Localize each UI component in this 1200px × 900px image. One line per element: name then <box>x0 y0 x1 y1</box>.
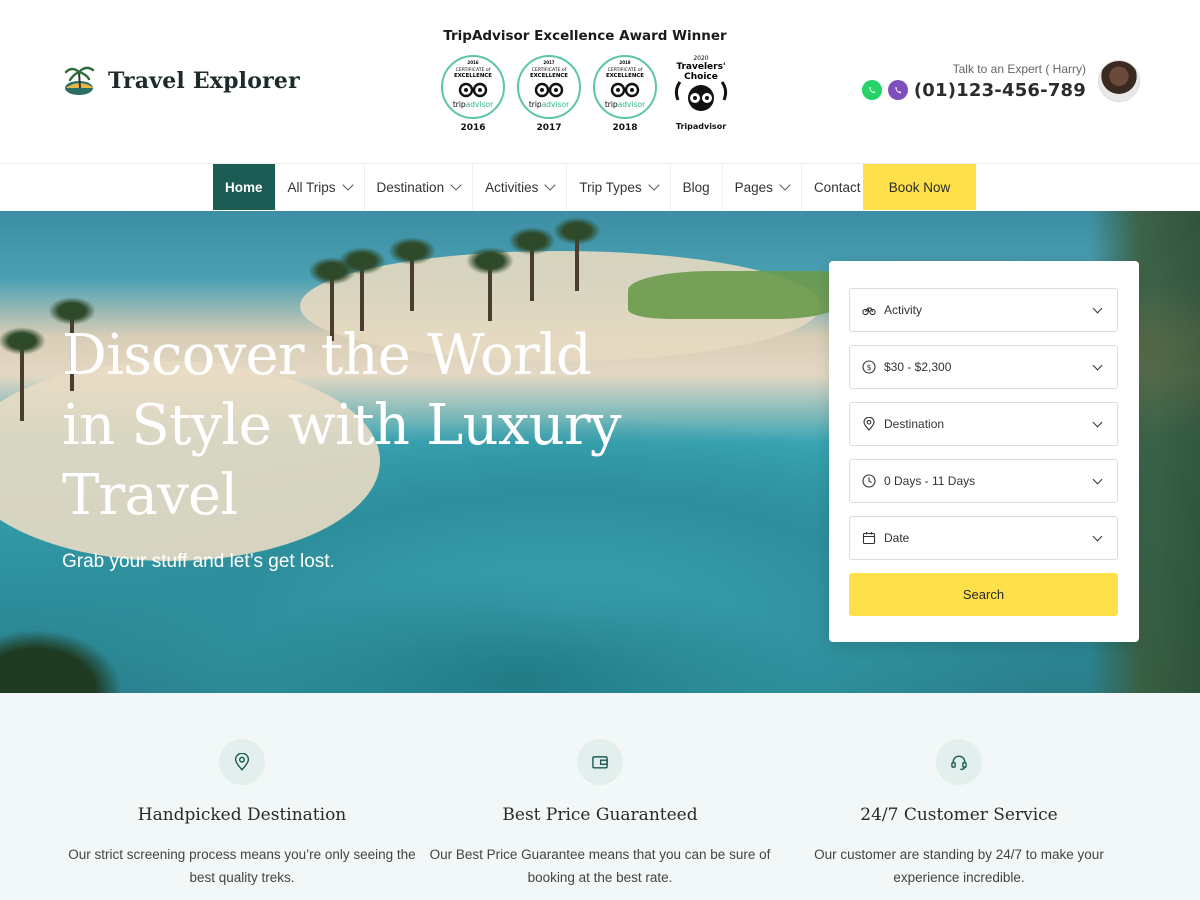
calendar-icon <box>862 532 876 545</box>
expert-avatar <box>1098 60 1140 102</box>
trip-search-form: Activity $ $30 - $2,300 Destination 0 Da… <box>829 261 1139 642</box>
trees <box>0 631 120 693</box>
svg-text:Tripadvisor: Tripadvisor <box>676 122 726 131</box>
palm-tree <box>388 237 436 311</box>
brand-name: Travel Explorer <box>108 68 300 94</box>
chevron-down-icon <box>341 179 354 191</box>
feature-best-price: Best Price Guaranteed Our Best Price Gua… <box>420 693 780 889</box>
hero-section: Discover the World in Style with Luxury … <box>0 211 1200 693</box>
headset-icon <box>951 755 967 771</box>
svg-text:Travelers': Travelers' <box>676 62 725 72</box>
location-pin-icon <box>234 753 250 771</box>
feature-handpicked-destination: Handpicked Destination Our strict screen… <box>62 693 422 889</box>
feature-title: 24/7 Customer Service <box>860 805 1058 825</box>
chevron-down-icon <box>647 179 660 191</box>
chevron-down-icon <box>1092 531 1103 542</box>
brand-logo[interactable]: Travel Explorer <box>62 64 300 98</box>
tripadvisor-2016-badge: 2016 CERTIFICATE of EXCELLENCE tripadvis… <box>441 55 505 133</box>
expert-contact: Talk to an Expert ( Harry) (01)123-456-7… <box>861 60 1140 102</box>
chevron-down-icon <box>1092 474 1103 485</box>
date-select[interactable]: Date <box>849 516 1118 560</box>
nav-list: Home All Trips Destination Activities Tr… <box>213 164 872 210</box>
book-now-button[interactable]: Book Now <box>863 164 976 210</box>
search-button[interactable]: Search <box>849 573 1118 616</box>
palm-tree <box>508 227 556 301</box>
hero-title: Discover the World in Style with Luxury … <box>62 323 621 528</box>
award-badges: 2016 CERTIFICATE of EXCELLENCE tripadvis… <box>440 54 740 134</box>
nav-item-destination[interactable]: Destination <box>365 164 474 210</box>
lawn <box>628 271 838 319</box>
nav-item-activities[interactable]: Activities <box>473 164 568 210</box>
location-pin-icon <box>863 417 875 431</box>
whatsapp-icon[interactable] <box>861 80 882 100</box>
expert-label: Talk to an Expert ( Harry) <box>952 61 1086 76</box>
chevron-down-icon <box>1092 417 1103 428</box>
site-header: Travel Explorer TripAdvisor Excellence A… <box>0 0 1200 163</box>
svg-text:EXCELLENCE: EXCELLENCE <box>606 73 644 79</box>
price-range-select[interactable]: $ $30 - $2,300 <box>849 345 1118 389</box>
svg-text:tripadvisor: tripadvisor <box>529 100 570 109</box>
chevron-down-icon <box>1092 360 1103 371</box>
tripadvisor-2017-badge: 2017 CERTIFICATE of EXCELLENCE tripadvis… <box>517 55 581 133</box>
hero-subtitle: Grab your stuff and let’s get lost. <box>62 551 335 572</box>
nav-item-trip-types[interactable]: Trip Types <box>567 164 671 210</box>
feature-description: Our customer are standing by 24/7 to mak… <box>814 847 1104 885</box>
chevron-down-icon <box>544 179 557 191</box>
chevron-down-icon <box>1092 303 1103 314</box>
clock-icon <box>862 474 876 488</box>
svg-text:2016: 2016 <box>467 60 478 65</box>
feature-description: Our Best Price Guarantee means that you … <box>429 847 771 885</box>
nav-item-home[interactable]: Home <box>213 164 276 210</box>
palm-tree <box>466 247 514 321</box>
nav-item-all-trips[interactable]: All Trips <box>276 164 365 210</box>
duration-select[interactable]: 0 Days - 11 Days <box>849 459 1118 503</box>
svg-text:$: $ <box>866 363 871 372</box>
viber-icon[interactable] <box>887 80 908 100</box>
svg-text:2018: 2018 <box>619 60 630 65</box>
activity-select[interactable]: Activity <box>849 288 1118 332</box>
award-section: TripAdvisor Excellence Award Winner 2016… <box>430 28 740 134</box>
nav-item-contact[interactable]: Contact <box>802 164 873 210</box>
chevron-down-icon <box>779 179 791 191</box>
dollar-icon: $ <box>862 360 876 374</box>
svg-text:tripadvisor: tripadvisor <box>453 100 494 109</box>
main-nav: Home All Trips Destination Activities Tr… <box>0 163 1200 211</box>
award-title: TripAdvisor Excellence Award Winner <box>443 28 727 44</box>
svg-text:2017: 2017 <box>543 60 554 65</box>
svg-text:2020: 2020 <box>693 55 708 62</box>
feature-description: Our strict screening process means you’r… <box>68 847 416 885</box>
svg-text:2017: 2017 <box>536 123 561 133</box>
palm-tree <box>0 327 46 421</box>
palm-tree <box>553 217 601 291</box>
svg-text:EXCELLENCE: EXCELLENCE <box>530 73 568 79</box>
nav-item-blog[interactable]: Blog <box>671 164 723 210</box>
wallet-icon <box>592 756 608 769</box>
features-section: Handpicked Destination Our strict screen… <box>0 693 1200 900</box>
nav-item-pages[interactable]: Pages <box>723 164 802 210</box>
destination-select[interactable]: Destination <box>849 402 1118 446</box>
tripadvisor-2018-badge: 2018 CERTIFICATE of EXCELLENCE tripadvis… <box>593 55 657 133</box>
travelers-choice-2020-badge: 2020 Travelers' Choice Tripadvisor <box>674 55 728 131</box>
palm-logo-icon <box>64 66 95 95</box>
svg-text:EXCELLENCE: EXCELLENCE <box>454 73 492 79</box>
svg-text:tripadvisor: tripadvisor <box>605 100 646 109</box>
feature-title: Handpicked Destination <box>137 805 347 825</box>
svg-text:2016: 2016 <box>460 123 485 133</box>
chevron-down-icon <box>450 179 462 191</box>
feature-title: Best Price Guaranteed <box>502 805 698 825</box>
feature-customer-service: 24/7 Customer Service Our customer are s… <box>779 693 1139 889</box>
bicycle-icon <box>862 307 876 316</box>
svg-text:Choice: Choice <box>684 72 718 82</box>
phone-number[interactable]: (01)123-456-789 <box>914 80 1086 101</box>
svg-text:2018: 2018 <box>612 123 637 133</box>
